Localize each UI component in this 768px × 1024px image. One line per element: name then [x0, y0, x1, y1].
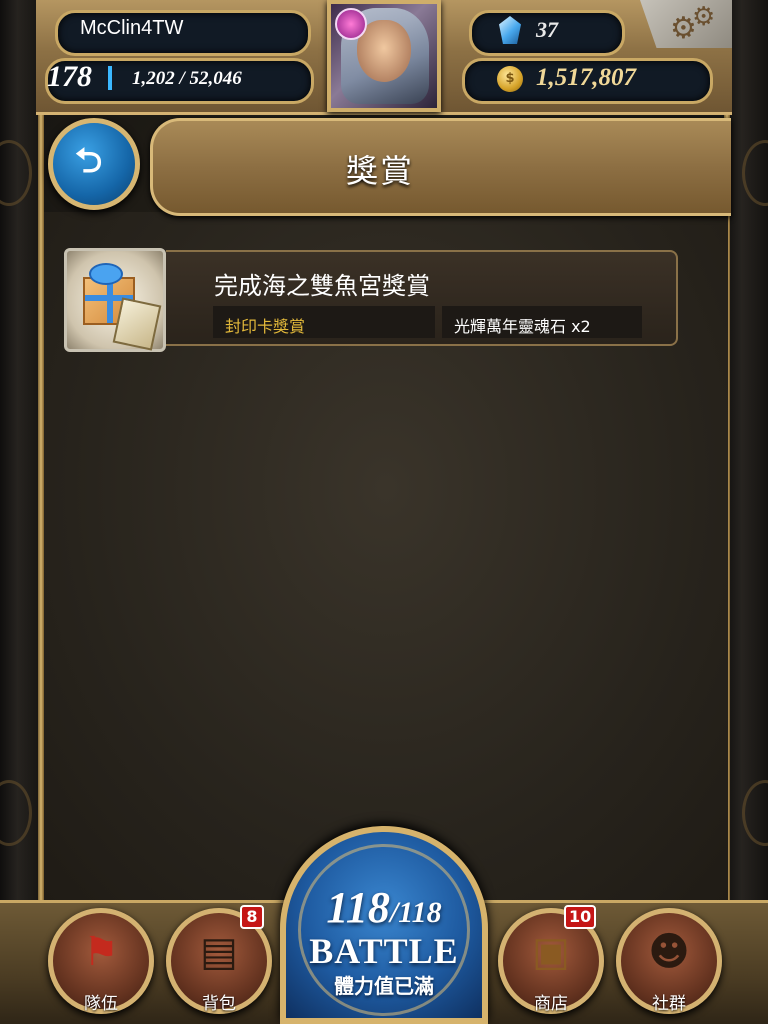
battle-button[interactable]: 118/118 BATTLE 體力值已滿: [280, 826, 488, 1024]
return-arrow-icon: ⮌: [75, 141, 103, 181]
shop-notification-badge: 10: [564, 905, 597, 929]
ornament-curl: [0, 140, 32, 206]
game-screen: McClin4TW 178 1,202 / 52,046 37 $ 1,517,…: [0, 0, 768, 1024]
stamina-status: 體力值已滿: [334, 974, 434, 998]
xp-total: 52,046: [189, 68, 242, 89]
xp-bar-fill: [108, 66, 112, 90]
gift-ribbon: [107, 279, 113, 323]
coin-count: 1,517,807: [536, 64, 636, 91]
player-name: McClin4TW: [80, 17, 184, 39]
gear-icon: ⚙: [692, 2, 716, 32]
reward-list-item[interactable]: 完成海之雙魚宮獎賞 封印卡獎賞 光輝萬年靈魂石 x2: [46, 244, 678, 352]
treasure-chest-icon: ▣: [532, 929, 570, 975]
ornament-curl: [0, 780, 32, 846]
people-icon: ☻: [648, 929, 690, 975]
xp-readout: 1,202 / 52,046: [132, 68, 242, 89]
gift-bow: [89, 263, 123, 285]
seal-card-icon: [112, 297, 162, 351]
nav-shop-label: 商店: [534, 994, 568, 1014]
element-badge-icon: [335, 8, 367, 40]
gem-count: 37: [536, 17, 558, 42]
ornament-curl: [742, 780, 768, 846]
ornament-curl: [742, 140, 768, 206]
reward-title: 完成海之雙魚宮獎賞: [214, 272, 430, 300]
stamina-readout: 118/118: [286, 882, 482, 933]
stamina-current: 118: [326, 883, 390, 932]
gold-coin-icon: $: [497, 66, 523, 92]
nav-team-button[interactable]: ⚑ 隊伍: [48, 908, 154, 1014]
leader-portrait[interactable]: [327, 0, 441, 112]
page-title: 獎賞: [345, 152, 414, 190]
nav-team-label: 隊伍: [84, 994, 118, 1014]
left-frame: [0, 0, 44, 1024]
red-flag-icon: ⚑: [83, 929, 119, 975]
nav-bag-label: 背包: [202, 994, 236, 1014]
nav-social-label: 社群: [652, 994, 686, 1014]
reward-item: 光輝萬年靈魂石 x2: [442, 306, 642, 338]
bag-notification-badge: 8: [240, 905, 264, 929]
stamina-max: 118: [398, 896, 442, 929]
reward-gift-icon: [64, 248, 166, 352]
back-button[interactable]: ⮌: [48, 118, 140, 210]
player-level: 178: [47, 60, 92, 93]
nav-social-button[interactable]: ☻ 社群: [616, 908, 722, 1014]
battle-label: BATTLE: [309, 931, 459, 971]
xp-current: 1,202: [132, 68, 175, 89]
reward-type: 封印卡獎賞: [213, 306, 435, 338]
bag-icon: ▤: [200, 929, 238, 975]
